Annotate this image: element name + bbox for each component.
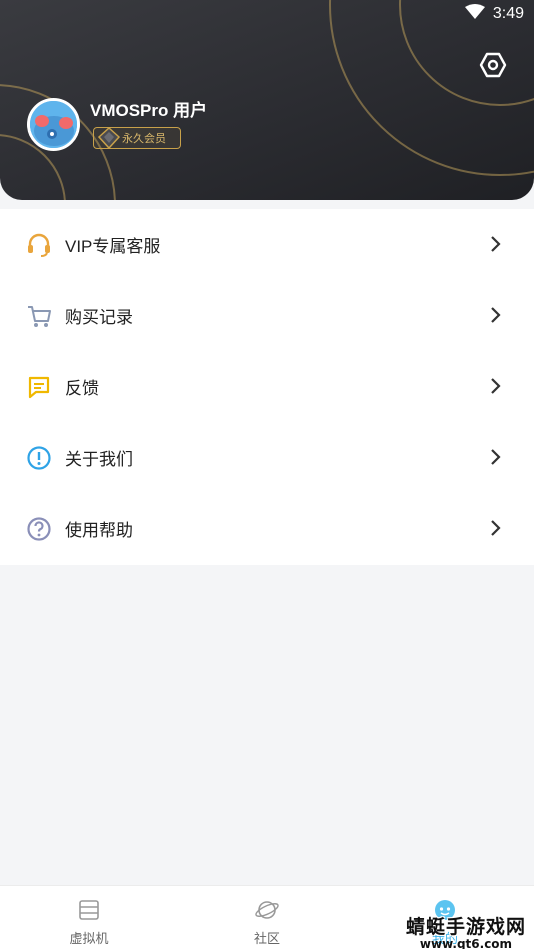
diamond-icon — [96, 125, 122, 154]
wifi-icon — [464, 4, 485, 24]
watermark-title: 蜻蜓手游戏网 — [405, 916, 526, 938]
nav-tab-vm[interactable]: 虚拟机 — [0, 886, 178, 949]
chevron-right-icon — [490, 377, 502, 399]
menu-item-label: 使用帮助 — [65, 521, 133, 540]
menu-item-feedback[interactable]: 反馈 — [0, 351, 534, 422]
chevron-right-icon — [490, 519, 502, 541]
vm-icon — [78, 899, 100, 925]
menu-item-vip-service[interactable]: VIP专属客服 — [0, 209, 534, 280]
nav-tab-community[interactable]: 社区 — [178, 886, 356, 949]
membership-badge-label: 永久会员 — [122, 132, 166, 145]
nav-tab-label: 社区 — [253, 932, 280, 947]
profile-header: 3:49 VMOSPro 用户 永久会员 — [0, 0, 534, 200]
menu-item-label: 反馈 — [65, 379, 99, 398]
headset-icon — [26, 232, 52, 258]
settings-button[interactable] — [478, 52, 508, 82]
cart-icon — [26, 303, 52, 329]
watermark: 蜻蜓手游戏网 www.qt6.com — [406, 912, 526, 949]
settings-hex-icon — [479, 51, 507, 83]
info-icon — [26, 445, 52, 471]
avatar-character-icon — [30, 101, 77, 148]
menu-item-label: VIP专属客服 — [65, 237, 161, 256]
menu-item-label: 关于我们 — [65, 450, 133, 469]
menu-list: VIP专属客服 购买记录 反馈 关于我们 使用帮助 — [0, 209, 534, 565]
chevron-right-icon — [490, 235, 502, 257]
planet-icon — [255, 899, 279, 925]
username: VMOSPro 用户 — [90, 101, 208, 120]
message-icon — [26, 374, 52, 400]
nav-tab-label: 虚拟机 — [69, 932, 109, 947]
decorative-rings — [0, 0, 534, 200]
status-time: 3:49 — [492, 5, 524, 22]
menu-item-about-us[interactable]: 关于我们 — [0, 422, 534, 493]
avatar[interactable] — [27, 98, 80, 151]
membership-badge: 永久会员 — [93, 126, 181, 150]
watermark-url: www.qt6.com — [419, 937, 513, 949]
status-bar: 3:49 — [464, 4, 524, 24]
menu-item-purchase-history[interactable]: 购买记录 — [0, 280, 534, 351]
chevron-right-icon — [490, 448, 502, 470]
menu-item-label: 购买记录 — [65, 308, 133, 327]
menu-item-help[interactable]: 使用帮助 — [0, 493, 534, 564]
chevron-right-icon — [490, 306, 502, 328]
help-icon — [26, 516, 52, 542]
